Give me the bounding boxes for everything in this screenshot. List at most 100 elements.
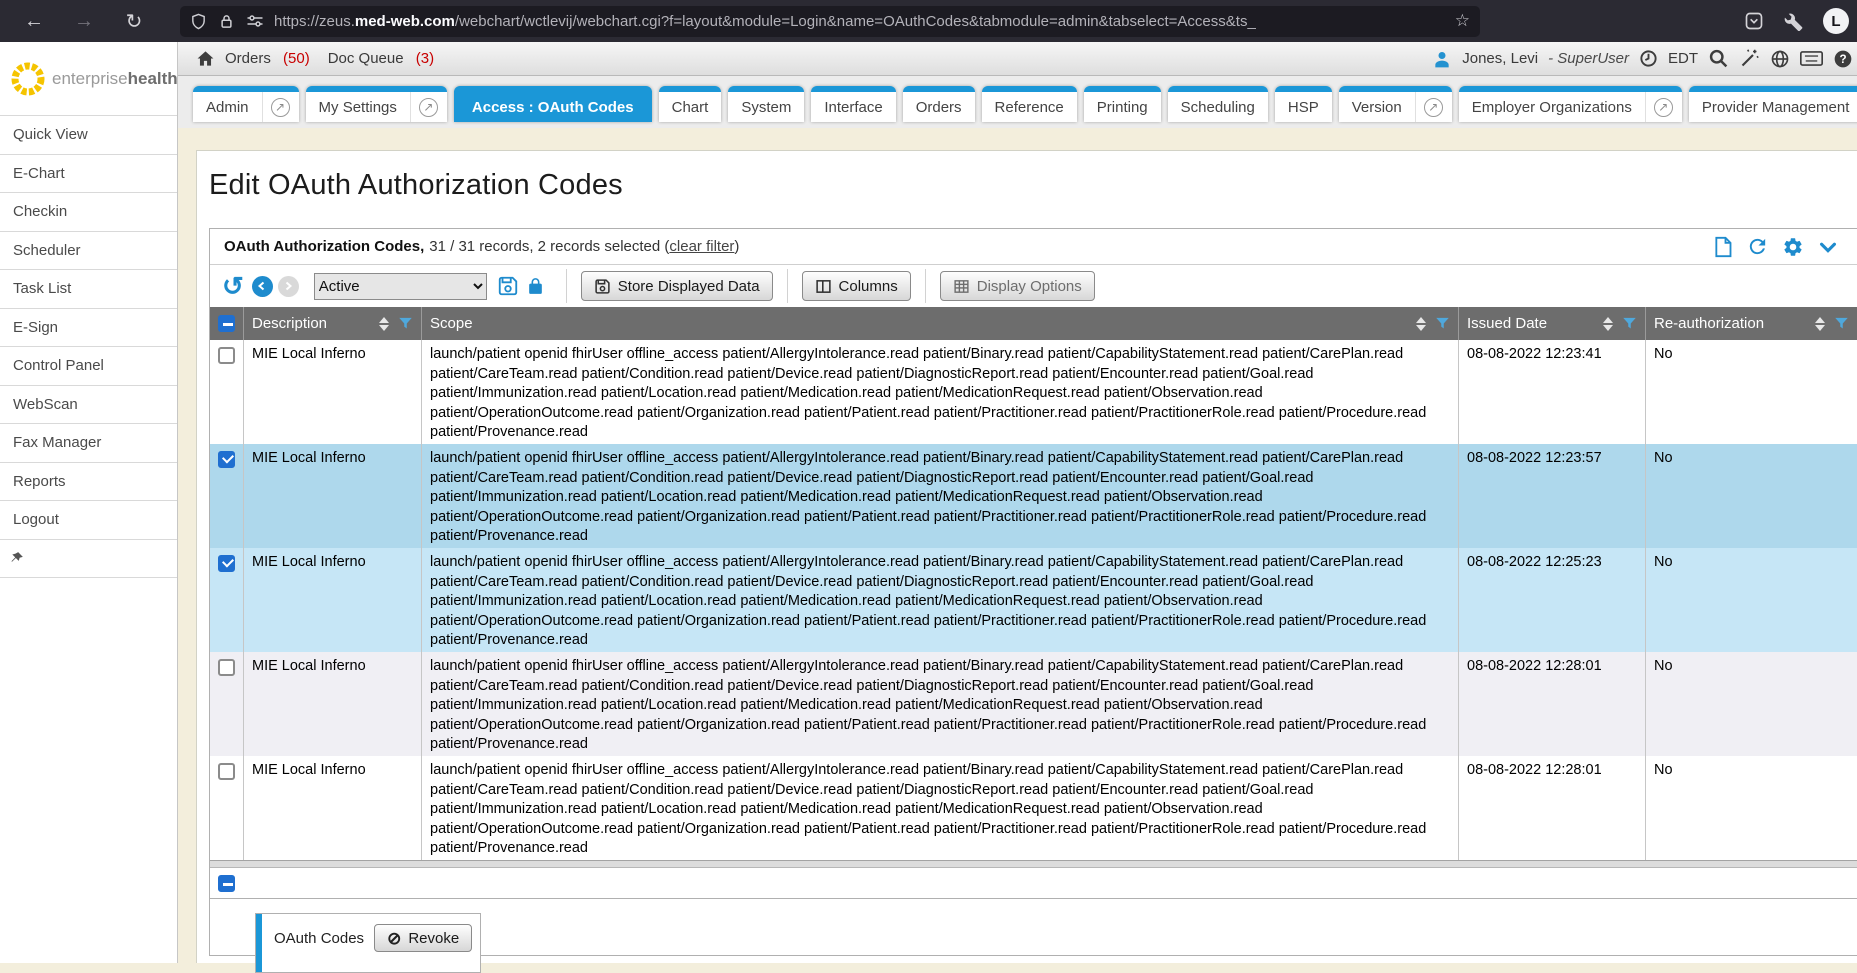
orders-link[interactable]: Orders (50) [225, 50, 310, 67]
table-row[interactable]: MIE Local Inferno launch/patient openid … [210, 756, 1857, 860]
browser-profile-avatar[interactable]: L [1823, 8, 1849, 34]
filter-funnel-icon[interactable] [1435, 316, 1450, 331]
column-header-scope[interactable]: Scope [421, 307, 1458, 340]
row-checkbox[interactable] [218, 347, 235, 364]
tab-orders[interactable]: Orders [903, 86, 975, 122]
columns-button[interactable]: Columns [802, 271, 911, 301]
tab-version[interactable]: Version↗ [1339, 86, 1452, 122]
home-icon[interactable] [196, 49, 215, 68]
main-content: Edit OAuth Authorization Codes OAuth Aut… [196, 150, 1857, 963]
filter-funnel-icon[interactable] [398, 316, 413, 331]
status-filter-select[interactable]: Active [314, 273, 487, 300]
sort-icon[interactable] [1815, 317, 1825, 331]
table-row[interactable]: MIE Local Inferno launch/patient openid … [210, 340, 1857, 444]
filter-funnel-icon[interactable] [1622, 316, 1637, 331]
sidebar-item-quick-view[interactable]: Quick View [0, 116, 177, 155]
revoke-button[interactable]: ⊘ Revoke [374, 924, 472, 952]
row-checkbox[interactable] [218, 555, 235, 572]
browser-back-button[interactable]: ← [22, 10, 46, 33]
external-link-icon[interactable]: ↗ [1654, 98, 1673, 117]
tab-interface[interactable]: Interface [811, 86, 895, 122]
display-options-button[interactable]: Display Options [940, 271, 1095, 301]
tab-hsp[interactable]: HSP [1275, 86, 1332, 122]
tab-system[interactable]: System [728, 86, 804, 122]
row-checkbox[interactable] [218, 763, 235, 780]
clear-filter-link[interactable]: clear filter [669, 238, 734, 255]
row-checkbox[interactable] [218, 659, 235, 676]
url-text[interactable]: https://zeus.med-web.com/webchart/wctlev… [274, 13, 1447, 30]
user-name[interactable]: Jones, Levi [1462, 50, 1538, 67]
table-row[interactable]: MIE Local Inferno launch/patient openid … [210, 548, 1857, 652]
external-link-icon[interactable]: ↗ [271, 98, 290, 117]
tab-access-oauth-codes[interactable]: Access : OAuth Codes [454, 86, 652, 122]
help-icon[interactable]: ? [1833, 49, 1853, 69]
sidebar-pin-row[interactable] [0, 540, 177, 578]
extension-wrench-icon[interactable] [1784, 12, 1803, 31]
select-all-checkbox[interactable] [218, 315, 235, 332]
gear-icon[interactable] [1782, 236, 1804, 258]
display-options-grid-icon [953, 278, 970, 295]
tab-my-settings[interactable]: My Settings↗ [306, 86, 447, 122]
search-icon[interactable] [1708, 48, 1729, 69]
tab-scheduling[interactable]: Scheduling [1168, 86, 1268, 122]
new-document-icon[interactable] [1713, 236, 1733, 258]
column-header-issued-date[interactable]: Issued Date [1458, 307, 1645, 340]
url-bar[interactable]: https://zeus.med-web.com/webchart/wctlev… [180, 6, 1480, 37]
sidebar-item-logout[interactable]: Logout [0, 501, 177, 540]
pushpin-icon[interactable] [10, 551, 24, 565]
browser-forward-button[interactable]: → [72, 10, 96, 33]
row-checkbox[interactable] [218, 451, 235, 468]
column-header-description[interactable]: Description [243, 307, 421, 340]
oauth-codes-tab-label[interactable]: OAuth Codes [274, 930, 364, 947]
sidebar-item-checkin[interactable]: Checkin [0, 193, 177, 232]
lock-icon[interactable] [526, 275, 545, 297]
table-row[interactable]: MIE Local Inferno launch/patient openid … [210, 652, 1857, 756]
save-icon[interactable] [497, 275, 519, 297]
magic-wand-icon[interactable] [1739, 48, 1760, 69]
tab-provider-management[interactable]: Provider Management↗ [1689, 86, 1857, 122]
tab-chart[interactable]: Chart [659, 86, 722, 122]
doc-queue-link[interactable]: Doc Queue (3) [328, 50, 434, 67]
lock-icon[interactable] [219, 13, 234, 30]
previous-page-button[interactable] [252, 276, 273, 297]
bookmark-star-icon[interactable]: ☆ [1455, 11, 1470, 31]
sidebar-item-e-chart[interactable]: E-Chart [0, 155, 177, 194]
tab-admin[interactable]: Admin↗ [193, 86, 299, 122]
external-link-icon[interactable]: ↗ [1424, 98, 1443, 117]
sidebar-item-fax-manager[interactable]: Fax Manager [0, 424, 177, 463]
cell-description: MIE Local Inferno [243, 340, 421, 444]
permissions-icon[interactable] [246, 14, 264, 28]
filter-funnel-icon[interactable] [1834, 316, 1849, 331]
sort-icon[interactable] [1416, 317, 1426, 331]
globe-icon[interactable] [1770, 49, 1790, 69]
sidebar-item-scheduler[interactable]: Scheduler [0, 232, 177, 271]
sidebar-item-reports[interactable]: Reports [0, 463, 177, 502]
sort-icon[interactable] [1603, 317, 1613, 331]
table-row[interactable]: MIE Local Inferno launch/patient openid … [210, 444, 1857, 548]
revoke-slash-icon: ⊘ [387, 930, 401, 947]
sidebar-item-e-sign[interactable]: E-Sign [0, 309, 177, 348]
sidebar-item-control-panel[interactable]: Control Panel [0, 347, 177, 386]
store-displayed-data-button[interactable]: Store Displayed Data [581, 271, 773, 301]
browser-reload-button[interactable]: ↻ [122, 9, 146, 34]
tab-reference[interactable]: Reference [982, 86, 1077, 122]
column-header-re-authorization[interactable]: Re-authorization [1645, 307, 1857, 340]
tab-printing[interactable]: Printing [1084, 86, 1161, 122]
sidebar-item-webscan[interactable]: WebScan [0, 386, 177, 425]
pocket-icon[interactable] [1744, 11, 1764, 31]
tab-employer-organizations[interactable]: Employer Organizations↗ [1459, 86, 1682, 122]
refresh-icon[interactable] [1746, 235, 1769, 258]
keyboard-icon[interactable] [1800, 50, 1823, 67]
select-all-checkbox[interactable] [218, 875, 235, 892]
tracking-shield-icon[interactable] [190, 13, 207, 30]
clock-icon[interactable] [1639, 49, 1658, 68]
next-page-button[interactable] [278, 276, 299, 297]
external-link-icon[interactable]: ↗ [419, 98, 438, 117]
chevron-down-icon[interactable] [1817, 236, 1839, 258]
timezone-label: EDT [1668, 50, 1698, 67]
horizontal-scrollbar[interactable] [210, 860, 1857, 868]
sort-icon[interactable] [379, 317, 389, 331]
enterprise-health-logo: enterprisehealth [0, 42, 177, 115]
sidebar-item-task-list[interactable]: Task List [0, 270, 177, 309]
undo-icon[interactable]: ↺ [222, 273, 244, 299]
